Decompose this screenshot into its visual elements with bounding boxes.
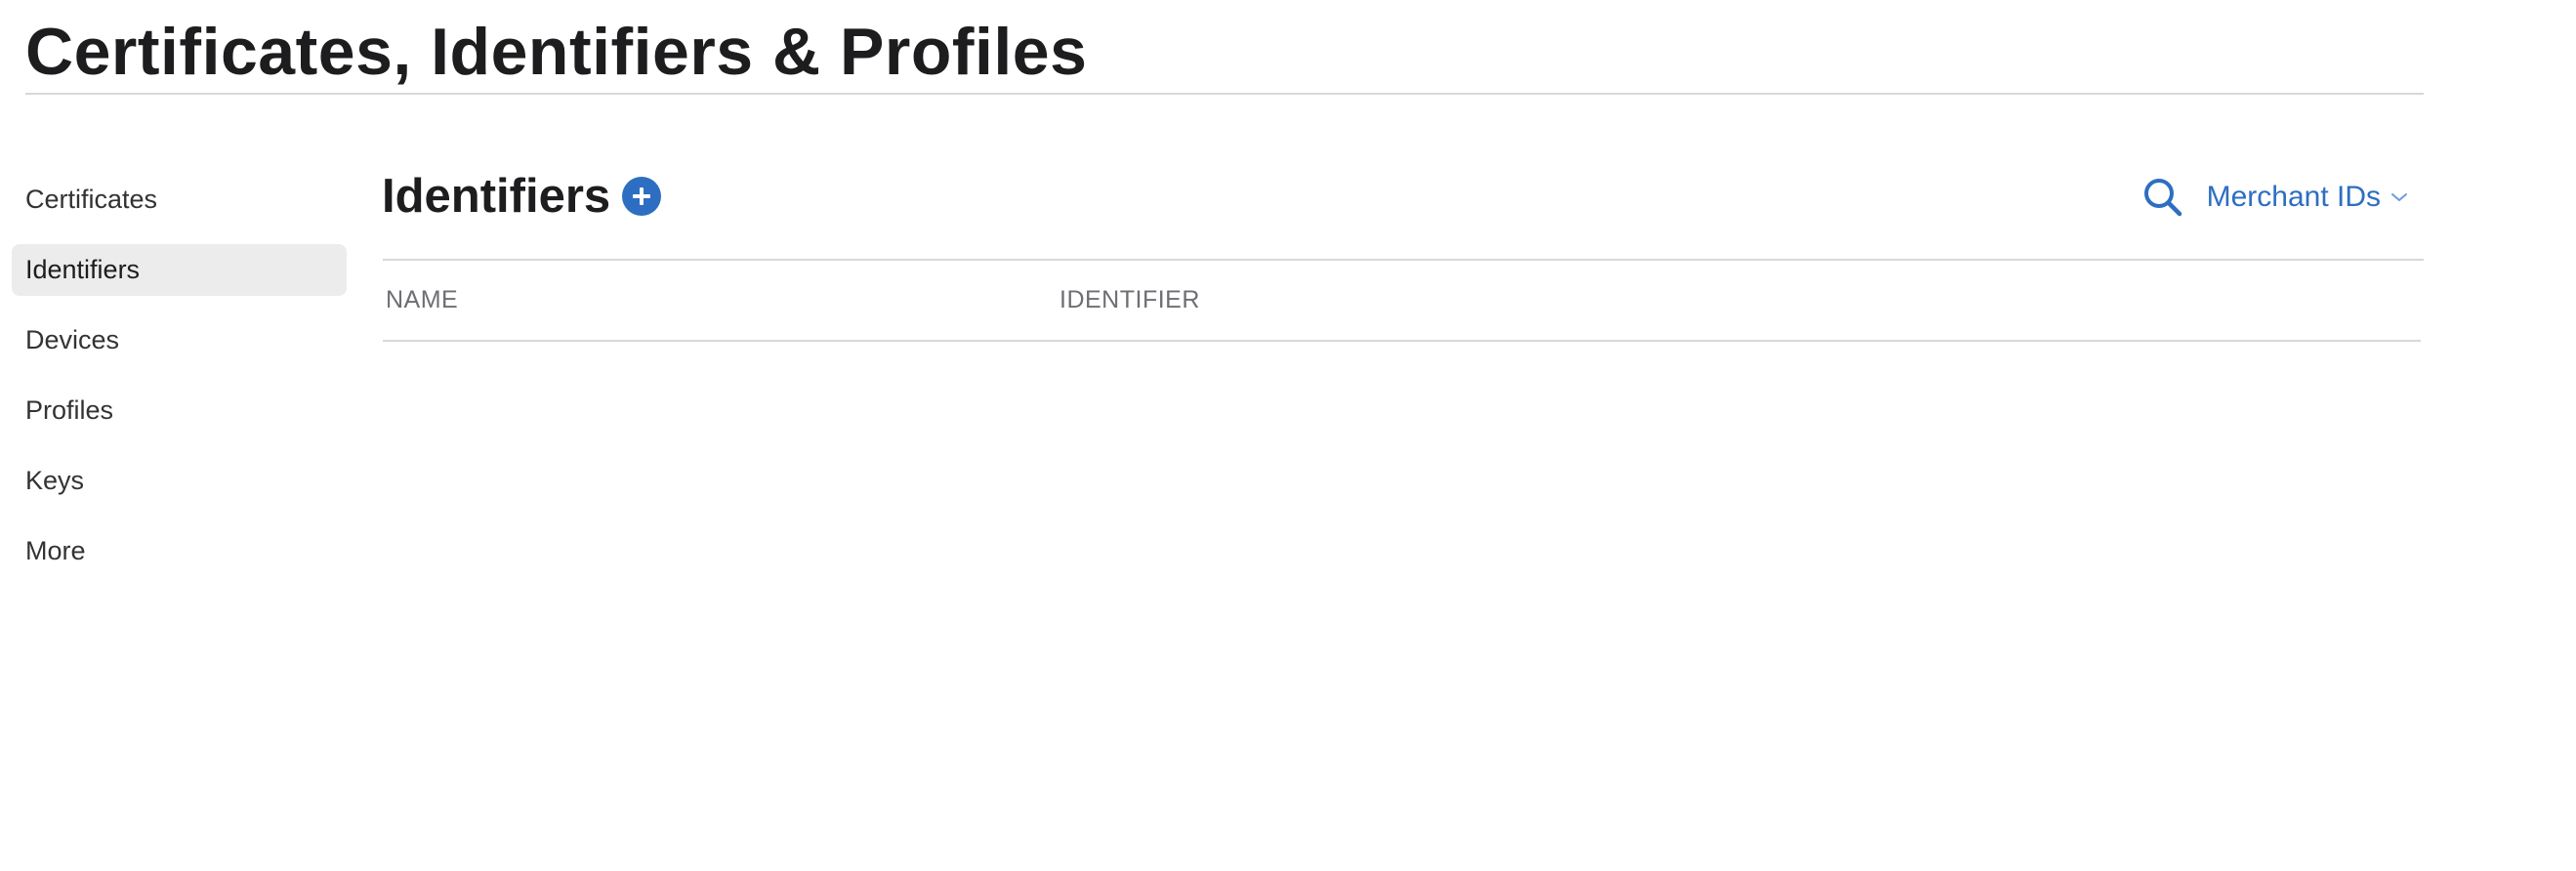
title-divider — [25, 93, 2424, 95]
page: Certificates, Identifiers & Profiles Cer… — [0, 0, 2576, 871]
sidebar-item-certificates[interactable]: Certificates — [12, 174, 347, 226]
search-button[interactable] — [2140, 175, 2185, 220]
sidebar-item-label: Devices — [25, 325, 120, 354]
plus-circle-icon — [633, 187, 651, 205]
sidebar-item-label: Identifiers — [25, 255, 141, 284]
sidebar-item-label: Profiles — [25, 395, 114, 425]
sidebar-item-profiles[interactable]: Profiles — [12, 385, 347, 436]
section-header: Identifiers — [382, 164, 662, 228]
sidebar: Certificates Identifiers Devices Profile… — [12, 174, 347, 596]
sidebar-item-label: Keys — [25, 466, 85, 495]
identifier-type-select-value: Merchant IDs — [2206, 181, 2381, 213]
column-header-name[interactable]: NAME — [383, 286, 1059, 314]
sidebar-item-label: Certificates — [25, 185, 158, 214]
table-header: NAME IDENTIFIER — [383, 261, 2421, 342]
add-identifier-button[interactable] — [622, 177, 662, 216]
sidebar-item-keys[interactable]: Keys — [12, 455, 347, 507]
search-icon — [2143, 179, 2181, 217]
chevron-down-icon — [2390, 191, 2408, 203]
column-header-identifier[interactable]: IDENTIFIER — [1059, 286, 2421, 314]
toolbar: Merchant IDs — [2140, 168, 2408, 227]
sidebar-item-label: More — [25, 536, 86, 565]
sidebar-item-devices[interactable]: Devices — [12, 314, 347, 366]
sidebar-item-more[interactable]: More — [12, 525, 347, 577]
section-title: Identifiers — [382, 170, 611, 223]
identifier-type-select[interactable]: Merchant IDs — [2207, 181, 2408, 214]
sidebar-item-identifiers[interactable]: Identifiers — [12, 244, 347, 296]
identifiers-table: NAME IDENTIFIER — [383, 259, 2424, 342]
page-title: Certificates, Identifiers & Profiles — [25, 15, 1088, 89]
